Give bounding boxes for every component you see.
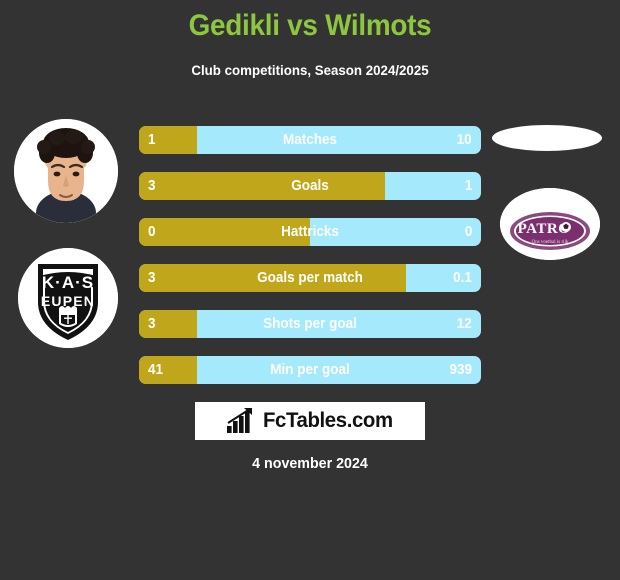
home-value: 0 (148, 223, 156, 240)
home-value: 3 (148, 315, 156, 332)
stat-label: Min per goal (270, 361, 350, 378)
away-value: 0.1 (453, 269, 472, 286)
kas-eupen-badge: K·A·S EUPEN (18, 248, 118, 348)
home-value: 3 (148, 177, 156, 194)
stat-label: Goals (291, 177, 329, 194)
away-value: 0 (464, 223, 472, 240)
date-label: 4 november 2024 (252, 455, 368, 472)
table-row: 3 Shots per goal 12 (139, 310, 481, 338)
table-row: 3 Goals per match 0.1 (139, 264, 481, 292)
table-row: 41 Min per goal 939 (139, 356, 481, 384)
stat-comparison-card: Gedikli vs Wilmots Club competitions, Se… (0, 0, 620, 580)
svg-text:K·A·S: K·A·S (42, 273, 94, 292)
patro-eisden-badge: PATRO Ons voetbal is rijk (500, 188, 600, 260)
away-value: 1 (464, 177, 472, 194)
away-value: 12 (456, 315, 472, 332)
svg-text:Ons voetbal is rijk: Ons voetbal is rijk (532, 240, 569, 245)
home-value: 3 (148, 269, 156, 286)
bar-chart-icon (226, 408, 252, 433)
page-title: Gedikli vs Wilmots (188, 9, 432, 42)
page-subtitle: Club competitions, Season 2024/2025 (191, 62, 429, 78)
table-row: 3 Goals 1 (139, 172, 481, 200)
stat-label: Matches (282, 131, 338, 148)
stat-label: Goals per match (257, 269, 363, 286)
stat-bars-list: 1 Matches 10 3 Goals 1 0 Hattricks 0 3 G… (139, 126, 481, 402)
fctables-logo[interactable]: FcTables.com (195, 402, 425, 440)
patro-eisden-badge-image: PATRO Ons voetbal is rijk (500, 188, 600, 260)
fctables-brand-text: FcTables.com (262, 409, 393, 432)
stat-label: Hattricks (281, 223, 339, 240)
player-portrait-gedikli-image (14, 119, 118, 223)
away-value: 10 (456, 131, 472, 148)
table-row: 1 Matches 10 (139, 126, 481, 154)
player-portrait-wilmots (492, 125, 602, 151)
away-value: 939 (449, 361, 472, 378)
home-value: 1 (148, 131, 156, 148)
table-row: 0 Hattricks 0 (139, 218, 481, 246)
stat-label: Shots per goal (263, 315, 357, 332)
kas-eupen-badge-image: K·A·S EUPEN (18, 248, 118, 348)
player-portrait-gedikli (14, 119, 118, 223)
